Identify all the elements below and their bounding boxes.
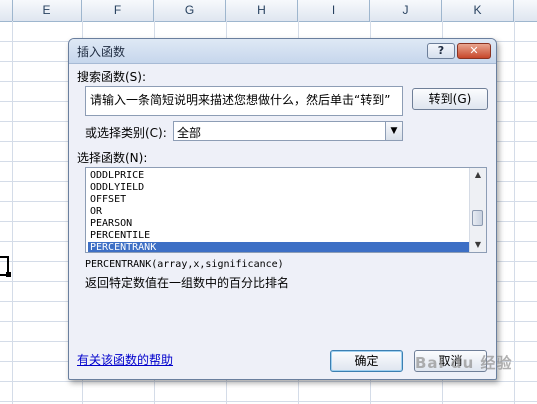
list-item[interactable]: PEARSON xyxy=(88,218,471,230)
list-item[interactable]: PERCENTILE xyxy=(88,230,471,242)
insert-function-dialog: 插入函数 ? ✕ 搜索函数(S): 请输入一条简短说明来描述您想做什么，然后单击… xyxy=(68,38,497,380)
list-item[interactable]: OR xyxy=(88,206,471,218)
chevron-down-icon[interactable]: ▼ xyxy=(385,122,402,140)
gridline-vertical xyxy=(514,21,515,404)
help-title-button[interactable]: ? xyxy=(427,43,455,59)
column-header-i[interactable]: I xyxy=(298,0,370,21)
function-listbox[interactable]: ODDLPRICE ODDLYIELD OFFSET OR PEARSON PE… xyxy=(85,167,487,253)
column-header-j[interactable]: J xyxy=(370,0,442,21)
category-select[interactable]: 全部 ▼ xyxy=(173,121,403,141)
column-header-f[interactable]: F xyxy=(82,0,154,21)
function-description: 返回特定数值在一组数中的百分比排名 xyxy=(85,276,290,290)
column-header-k[interactable]: K xyxy=(442,0,514,21)
search-function-input[interactable]: 请输入一条简短说明来描述您想做什么，然后单击“转到” xyxy=(85,86,403,116)
list-item[interactable]: ODDLPRICE xyxy=(88,170,471,182)
column-header-g[interactable]: G xyxy=(154,0,226,21)
function-help-link[interactable]: 有关该函数的帮助 xyxy=(77,351,173,368)
list-scrollbar[interactable]: ▲ ▼ xyxy=(469,168,486,252)
list-item[interactable]: OFFSET xyxy=(88,194,471,206)
scroll-up-icon[interactable]: ▲ xyxy=(470,168,486,182)
gridline-horizontal xyxy=(0,381,537,382)
list-item-selected[interactable]: PERCENTRANK xyxy=(88,242,471,252)
column-header-row: E F G H I J K xyxy=(0,0,537,22)
go-button[interactable]: 转到(G) xyxy=(412,88,488,110)
gridline-horizontal xyxy=(0,401,537,402)
watermark-logo: Bai du 经验 xyxy=(415,354,513,372)
dialog-title: 插入函数 xyxy=(77,45,126,59)
scrollbar-thumb[interactable] xyxy=(472,210,483,226)
close-button[interactable]: ✕ xyxy=(457,43,491,59)
function-list-label: 选择函数(N): xyxy=(77,151,148,165)
fill-handle[interactable] xyxy=(6,272,11,277)
function-syntax: PERCENTRANK(array,x,significance) xyxy=(85,259,284,270)
column-header-e[interactable]: E xyxy=(12,0,82,21)
scroll-down-icon[interactable]: ▼ xyxy=(470,238,486,252)
list-item[interactable]: ODDLYIELD xyxy=(88,182,471,194)
column-header-h[interactable]: H xyxy=(226,0,298,21)
dialog-titlebar[interactable]: 插入函数 ? ✕ xyxy=(69,39,496,64)
search-function-label: 搜索函数(S): xyxy=(77,70,147,84)
ok-button[interactable]: 确定 xyxy=(330,350,403,372)
category-label: 或选择类别(C): xyxy=(85,126,167,140)
gridline-vertical xyxy=(12,21,13,404)
category-value: 全部 xyxy=(177,126,202,140)
